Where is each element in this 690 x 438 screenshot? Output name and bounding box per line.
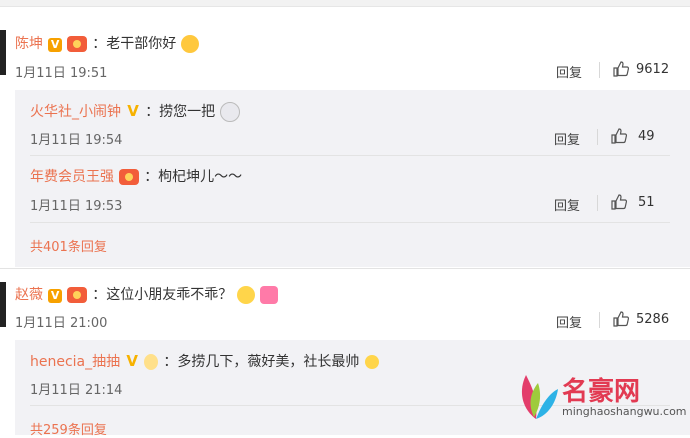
reply-header: 年费会员王强 ：枸杞坤儿～～ xyxy=(30,166,242,186)
divider xyxy=(30,222,670,223)
tongue-emoji-icon xyxy=(181,34,200,53)
reply-text: ：多捞几下，薇好美，社长最帅 xyxy=(163,354,360,370)
more-replies-link[interactable]: 共401条回复 xyxy=(30,236,107,255)
reply-header: henecia_抽抽 V ：多捞几下，薇好美，社长最帅 xyxy=(30,351,379,371)
reply-button[interactable]: 回复 xyxy=(556,312,582,331)
avatar-edge xyxy=(0,30,6,75)
verified-v-icon[interactable]: V xyxy=(126,104,140,119)
divider xyxy=(30,155,670,156)
like-count: 51 xyxy=(638,195,655,210)
reply-username[interactable]: 年费会员王强 xyxy=(30,169,114,185)
reply-text: ：捞您一把 xyxy=(145,104,216,120)
reply-username[interactable]: henecia_抽抽 xyxy=(30,354,120,370)
top-divider xyxy=(0,0,690,7)
like-count: 49 xyxy=(638,129,655,144)
hand-emoji-icon xyxy=(220,101,241,122)
verified-v-icon[interactable]: V xyxy=(125,354,139,369)
reply-header: 火华社_小闹钟 V ：捞您一把 xyxy=(30,101,241,122)
separator xyxy=(597,129,598,145)
reply-time: 1月11日 19:54 xyxy=(30,133,123,148)
comment-text: ：老干部你好 xyxy=(92,36,177,52)
thinking-emoji-icon xyxy=(237,285,256,304)
divider xyxy=(0,268,690,269)
reply-button[interactable]: 回复 xyxy=(556,62,582,81)
thumbs-up-icon[interactable] xyxy=(612,60,630,78)
like-count: 9612 xyxy=(636,62,670,77)
reply-time: 1月11日 21:14 xyxy=(30,383,123,398)
verified-v-icon[interactable]: V xyxy=(48,38,63,52)
watermark-title: 名豪网 xyxy=(562,377,641,407)
reply-button[interactable]: 回复 xyxy=(554,129,580,148)
comment-header: 赵薇 V ：这位小朋友乖不乖？ xyxy=(15,284,279,304)
watermark: 名豪网 minghaoshangwu.com xyxy=(512,365,687,425)
verified-v-icon[interactable]: V xyxy=(48,289,63,303)
comment-header: 陈坤 V ：老干部你好 xyxy=(15,33,200,53)
thumbs-up-icon[interactable] xyxy=(610,127,628,145)
watermark-url: minghaoshangwu.com xyxy=(562,405,687,418)
reply-button[interactable]: 回复 xyxy=(554,195,580,214)
avatar-edge xyxy=(0,282,6,327)
vip-medal-icon[interactable] xyxy=(67,35,88,52)
reply-text: ：枸杞坤儿～～ xyxy=(144,169,243,185)
thumbs-up-icon[interactable] xyxy=(610,193,628,211)
vip-medal-icon[interactable] xyxy=(119,168,140,185)
comment-username[interactable]: 赵薇 xyxy=(15,287,43,303)
heart-emoji-icon xyxy=(260,285,279,304)
like-count: 5286 xyxy=(636,312,670,327)
member-badge-icon[interactable] xyxy=(144,353,159,370)
comment-time: 1月11日 21:00 xyxy=(15,316,108,331)
separator xyxy=(599,62,600,78)
smile-emoji-icon xyxy=(364,354,379,369)
reply-username[interactable]: 火华社_小闹钟 xyxy=(30,104,121,120)
reply-time: 1月11日 19:53 xyxy=(30,199,123,214)
vip-medal-icon[interactable] xyxy=(67,286,88,303)
thumbs-up-icon[interactable] xyxy=(612,310,630,328)
separator xyxy=(597,195,598,211)
comment-text: ：这位小朋友乖不乖？ xyxy=(92,287,233,303)
separator xyxy=(599,312,600,328)
more-replies-link[interactable]: 共259条回复 xyxy=(30,419,107,438)
comment-time: 1月11日 19:51 xyxy=(15,66,108,81)
comment-username[interactable]: 陈坤 xyxy=(15,36,43,52)
leaf-logo-icon xyxy=(521,375,558,419)
